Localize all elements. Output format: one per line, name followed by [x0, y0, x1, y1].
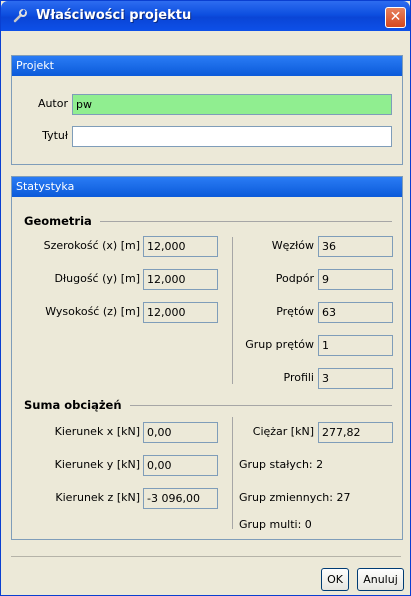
szerokosc-value: 12,000 [143, 236, 218, 257]
autor-input[interactable]: pw [72, 94, 392, 115]
dlugosc-label: Długość (y) [m] [54, 272, 140, 285]
pretow-value: 63 [318, 302, 393, 323]
kierunek-z-label: Kierunek z [kN] [55, 491, 140, 504]
szerokosc-label: Szerokość (x) [m] [43, 239, 140, 252]
project-properties-dialog: Właściwości projektu ✕ Projekt Autor pw … [0, 0, 411, 596]
profili-value: 3 [318, 368, 393, 389]
grup-pretow-value: 1 [318, 335, 393, 356]
footer-separator [11, 556, 401, 557]
projekt-panel-header: Projekt [12, 56, 402, 76]
kierunek-y-label: Kierunek y [kN] [54, 458, 140, 471]
grup-multi-text: Grup multi: 0 [239, 518, 312, 531]
ciezar-value: 277,82 [318, 422, 393, 443]
pretow-label: Prętów [276, 305, 314, 318]
grup-pretow-label: Grup prętów [245, 338, 314, 351]
statystyka-panel: Statystyka Geometria Szerokość (x) [m] 1… [11, 176, 403, 540]
kierunek-z-value: -3 096,00 [143, 488, 218, 509]
podpor-label: Podpór [275, 272, 314, 285]
geometria-vertical-separator [232, 237, 233, 384]
title-bar[interactable]: Właściwości projektu ✕ [1, 1, 410, 31]
profili-label: Profili [283, 371, 315, 384]
wysokosc-value: 12,000 [143, 302, 218, 323]
wezlow-label: Węzłów [271, 239, 314, 252]
grup-zmiennych-text: Grup zmiennych: 27 [239, 491, 351, 504]
geometria-title: Geometria [24, 214, 92, 228]
kierunek-y-value: 0,00 [143, 455, 218, 476]
dlugosc-value: 12,000 [143, 269, 218, 290]
kierunek-x-value: 0,00 [143, 422, 218, 443]
ok-button[interactable]: OK [321, 568, 349, 591]
autor-label: Autor [37, 97, 68, 110]
close-icon: ✕ [389, 9, 402, 25]
statystyka-panel-header: Statystyka [12, 177, 402, 197]
tytul-label: Tytuł [42, 129, 68, 142]
window-title: Właściwości projektu [36, 8, 192, 23]
projekt-panel: Projekt Autor pw Tytuł [11, 55, 403, 165]
close-button[interactable]: ✕ [385, 7, 406, 28]
anuluj-button[interactable]: Anuluj [357, 568, 404, 591]
geometria-separator [100, 221, 392, 222]
podpor-value: 9 [318, 269, 393, 290]
suma-separator [130, 405, 392, 406]
wysokosc-label: Wysokość (z) [m] [45, 305, 140, 318]
grup-stalych-text: Grup stałych: 2 [239, 458, 324, 471]
tytul-input[interactable] [72, 126, 392, 147]
wrench-icon [13, 9, 27, 23]
ciezar-label: Ciężar [kN] [252, 425, 314, 438]
wezlow-value: 36 [318, 236, 393, 257]
suma-obciazen-title: Suma obciążeń [24, 398, 122, 412]
kierunek-x-label: Kierunek x [kN] [54, 425, 140, 438]
